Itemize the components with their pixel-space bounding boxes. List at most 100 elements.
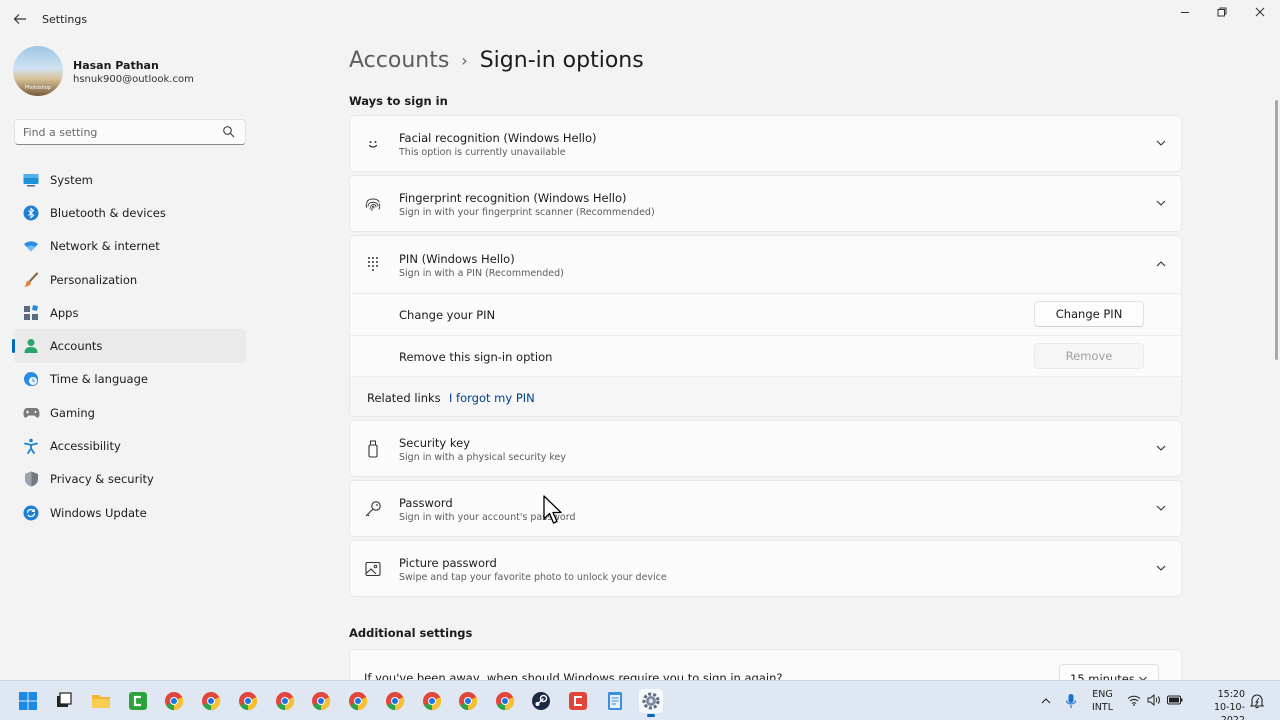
file-explorer-icon[interactable] [89,689,113,713]
search-input[interactable] [23,124,218,140]
forgot-pin-link[interactable]: I forgot my PIN [449,391,535,405]
fingerprint-icon [365,198,381,211]
pin-remove-row: Remove this sign-in option Remove [350,335,1181,377]
face-icon [368,141,378,148]
scrollbar[interactable] [1275,100,1278,360]
card-subtitle: Sign in with your fingerprint scanner (R… [399,207,655,218]
sidebar-item-label: System [50,172,93,187]
keyboard-layout: INTL [1092,702,1114,713]
chrome-icon[interactable] [346,689,370,713]
settings-icon[interactable] [639,689,663,717]
chevron-down-icon [1156,565,1166,571]
pin-header[interactable]: PIN (Windows Hello) Sign in with a PIN (… [350,236,1181,292]
chrome-icon[interactable] [273,689,297,713]
mouse-cursor-icon [543,495,562,524]
card-security-key[interactable]: Security key Sign in with a physical sec… [349,420,1182,477]
chevron-up-icon [1156,261,1166,267]
chrome-icon[interactable] [162,689,186,713]
remove-button[interactable]: Remove [1034,343,1144,369]
person-icon [22,337,40,355]
related-links-label: Related links [367,391,441,405]
change-pin-label: Change your PIN [399,308,496,322]
card-password[interactable]: Password Sign in with your account's pas… [349,480,1182,537]
app-red-icon[interactable] [566,689,590,713]
card-title: Facial recognition (Windows Hello) [399,131,597,145]
section-title-ways: Ways to sign in [349,94,448,108]
card-title: PIN (Windows Hello) [399,252,515,266]
card-facial-recognition[interactable]: Facial recognition (Windows Hello) This … [349,115,1182,172]
chrome-icon[interactable] [420,689,444,713]
close-button[interactable] [1248,6,1272,22]
chrome-icon[interactable] [383,689,407,713]
change-pin-button[interactable]: Change PIN [1034,301,1144,327]
clock-time: 15:20 [1217,689,1245,700]
search-box[interactable] [14,119,246,145]
card-subtitle: This option is currently unavailable [399,147,566,158]
arrow-left-icon [13,14,26,24]
card-title: Fingerprint recognition (Windows Hello) [399,191,627,205]
minimize-icon [1181,12,1189,13]
brush-icon [22,271,40,289]
chevron-down-icon [1156,445,1166,451]
notepad-icon[interactable] [603,689,627,713]
sidebar-item-label: Network & internet [50,239,160,254]
sidebar-item-accessibility[interactable]: Accessibility [14,429,246,462]
keypad-icon [368,257,378,271]
chrome-icon[interactable] [456,689,480,713]
system-icon [22,171,40,189]
camtasia-icon[interactable] [126,689,150,713]
accessibility-icon [22,437,40,455]
sidebar-item-bluetooth[interactable]: Bluetooth & devices [14,196,246,229]
sidebar-item-privacy[interactable]: Privacy & security [14,463,246,496]
sidebar-item-accounts[interactable]: Accounts [12,329,246,363]
breadcrumb: Accounts › Sign-in options [349,48,644,73]
globe-clock-icon [22,370,40,388]
taskbar: ENG INTL 15:20 10-10-2022 [0,680,1280,720]
card-picture-password[interactable]: Picture password Swipe and tap your favo… [349,540,1182,597]
back-button[interactable] [12,12,28,28]
chrome-icon[interactable] [309,689,333,713]
restore-button[interactable] [1210,6,1234,22]
shield-icon [22,470,40,488]
sidebar-item-apps[interactable]: Apps [14,296,246,329]
task-view-icon[interactable] [52,689,76,713]
sidebar-item-windows-update[interactable]: Windows Update [14,496,246,529]
clock[interactable]: 15:20 10-10-2022 [1192,688,1245,720]
image-icon [365,561,381,577]
chrome-icon[interactable] [199,689,223,713]
wifi-icon [22,237,40,255]
clock-date: 10-10-2022 [1213,702,1245,720]
gamepad-icon [22,404,40,422]
chrome-icon[interactable] [493,689,517,713]
search-icon [223,126,235,138]
related-links: Related links I forgot my PIN [350,376,1181,416]
sidebar-item-label: Windows Update [50,505,147,520]
sidebar-item-personalization[interactable]: Personalization [14,263,246,296]
sidebar-item-time-language[interactable]: Time & language [14,363,246,396]
minimize-button[interactable] [1173,6,1197,22]
sidebar-item-gaming[interactable]: Gaming [14,396,246,429]
breadcrumb-parent[interactable]: Accounts [349,48,449,73]
user-name: Hasan Pathan [73,59,159,72]
restore-icon [1217,7,1227,17]
sidebar-item-label: Accounts [50,339,103,354]
app-title: Settings [42,13,88,26]
language-code: ENG [1092,689,1113,700]
card-subtitle: Swipe and tap your favorite photo to unl… [399,572,667,583]
sidebar-item-label: Accessibility [50,439,121,454]
sidebar-item-network[interactable]: Network & internet [14,230,246,263]
card-pin: PIN (Windows Hello) Sign in with a PIN (… [349,235,1182,417]
remove-signin-label: Remove this sign-in option [399,350,553,364]
sidebar-item-system[interactable]: System [14,163,246,196]
card-title: Picture password [399,556,497,570]
windows-start-icon[interactable] [16,689,40,713]
avatar[interactable]: Photoshop [13,46,63,96]
card-fingerprint-recognition[interactable]: Fingerprint recognition (Windows Hello) … [349,175,1182,232]
language-indicator[interactable]: ENG INTL [1092,688,1113,714]
steam-icon[interactable] [529,689,553,713]
key-icon [365,501,381,517]
sidebar-item-label: Apps [50,305,79,320]
chrome-icon[interactable] [236,689,260,713]
apps-icon [22,304,40,322]
card-title: Security key [399,436,471,450]
